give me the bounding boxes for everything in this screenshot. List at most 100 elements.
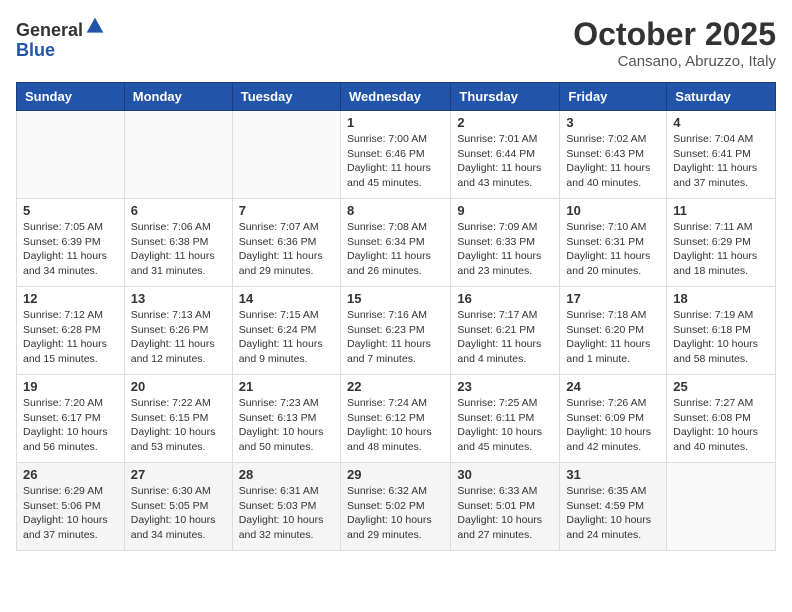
day-cell: 13 Sunrise: 7:13 AM Sunset: 6:26 PM Dayli… xyxy=(124,287,232,375)
day-info: Sunrise: 7:20 AM Sunset: 6:17 PM Dayligh… xyxy=(23,396,118,455)
day-cell: 3 Sunrise: 7:02 AM Sunset: 6:43 PM Daylig… xyxy=(560,111,667,199)
logo-general: General xyxy=(16,20,83,40)
day-cell: 16Sunrise: 7:17 AM Sunset: 6:21 PM Dayli… xyxy=(451,287,560,375)
day-cell: 29 Sunrise: 6:32 AM Sunset: 5:02 PM Dayli… xyxy=(340,463,450,551)
day-header-thursday: Thursday xyxy=(451,83,560,111)
day-cell: 26 Sunrise: 6:29 AM Sunset: 5:06 PM Dayli… xyxy=(17,463,125,551)
day-header-monday: Monday xyxy=(124,83,232,111)
day-cell: 31 Sunrise: 6:35 AM Sunset: 4:59 PM Dayli… xyxy=(560,463,667,551)
day-cell: 15 Sunrise: 7:16 AM Sunset: 6:23 PM Dayli… xyxy=(340,287,450,375)
day-cell: 21 Sunrise: 7:23 AM Sunset: 6:13 PM Dayli… xyxy=(232,375,340,463)
day-number: 25 xyxy=(673,379,769,394)
week-row-3: 12Sunrise: 7:12 AM Sunset: 6:28 PM Dayli… xyxy=(17,287,776,375)
day-cell: 8Sunrise: 7:08 AM Sunset: 6:34 PM Daylig… xyxy=(340,199,450,287)
day-cell: 24 Sunrise: 7:26 AM Sunset: 6:09 PM Dayli… xyxy=(560,375,667,463)
day-number: 9 xyxy=(457,203,553,218)
week-row-2: 5Sunrise: 7:05 AM Sunset: 6:39 PM Daylig… xyxy=(17,199,776,287)
day-cell: 14 Sunrise: 7:15 AM Sunset: 6:24 PM Dayli… xyxy=(232,287,340,375)
day-info: Sunrise: 7:06 AM Sunset: 6:38 PM Dayligh… xyxy=(131,220,226,279)
day-info: Sunrise: 6:29 AM Sunset: 5:06 PM Dayligh… xyxy=(23,484,118,543)
day-number: 20 xyxy=(131,379,226,394)
day-cell: 17 Sunrise: 7:18 AM Sunset: 6:20 PM Dayli… xyxy=(560,287,667,375)
day-number: 7 xyxy=(239,203,334,218)
day-info: Sunrise: 7:00 AM Sunset: 6:46 PM Dayligh… xyxy=(347,132,444,191)
day-header-sunday: Sunday xyxy=(17,83,125,111)
day-info: Sunrise: 6:31 AM Sunset: 5:03 PM Dayligh… xyxy=(239,484,334,543)
day-info: Sunrise: 7:13 AM Sunset: 6:26 PM Dayligh… xyxy=(131,308,226,367)
day-number: 26 xyxy=(23,467,118,482)
page-header: General Blue October 2025 Cansano, Abruz… xyxy=(16,16,776,70)
logo-icon xyxy=(85,16,105,36)
day-number: 16 xyxy=(457,291,553,306)
day-cell: 23Sunrise: 7:25 AM Sunset: 6:11 PM Dayli… xyxy=(451,375,560,463)
day-cell: 4 Sunrise: 7:04 AM Sunset: 6:41 PM Daylig… xyxy=(667,111,776,199)
day-cell: 7 Sunrise: 7:07 AM Sunset: 6:36 PM Daylig… xyxy=(232,199,340,287)
day-info: Sunrise: 7:27 AM Sunset: 6:08 PM Dayligh… xyxy=(673,396,769,455)
day-cell: 11Sunrise: 7:11 AM Sunset: 6:29 PM Dayli… xyxy=(667,199,776,287)
day-number: 17 xyxy=(566,291,660,306)
day-number: 27 xyxy=(131,467,226,482)
logo: General Blue xyxy=(16,16,105,61)
day-info: Sunrise: 7:23 AM Sunset: 6:13 PM Dayligh… xyxy=(239,396,334,455)
day-header-friday: Friday xyxy=(560,83,667,111)
day-cell: 22Sunrise: 7:24 AM Sunset: 6:12 PM Dayli… xyxy=(340,375,450,463)
day-info: Sunrise: 7:07 AM Sunset: 6:36 PM Dayligh… xyxy=(239,220,334,279)
day-number: 15 xyxy=(347,291,444,306)
day-info: Sunrise: 6:35 AM Sunset: 4:59 PM Dayligh… xyxy=(566,484,660,543)
day-info: Sunrise: 7:19 AM Sunset: 6:18 PM Dayligh… xyxy=(673,308,769,367)
day-number: 6 xyxy=(131,203,226,218)
day-info: Sunrise: 6:32 AM Sunset: 5:02 PM Dayligh… xyxy=(347,484,444,543)
title-block: October 2025 Cansano, Abruzzo, Italy xyxy=(573,16,776,70)
day-info: Sunrise: 7:16 AM Sunset: 6:23 PM Dayligh… xyxy=(347,308,444,367)
day-number: 31 xyxy=(566,467,660,482)
day-info: Sunrise: 7:26 AM Sunset: 6:09 PM Dayligh… xyxy=(566,396,660,455)
day-number: 14 xyxy=(239,291,334,306)
day-number: 4 xyxy=(673,115,769,130)
day-info: Sunrise: 7:25 AM Sunset: 6:11 PM Dayligh… xyxy=(457,396,553,455)
day-info: Sunrise: 7:10 AM Sunset: 6:31 PM Dayligh… xyxy=(566,220,660,279)
day-cell: 12Sunrise: 7:12 AM Sunset: 6:28 PM Dayli… xyxy=(17,287,125,375)
day-cell: 20Sunrise: 7:22 AM Sunset: 6:15 PM Dayli… xyxy=(124,375,232,463)
day-header-wednesday: Wednesday xyxy=(340,83,450,111)
location: Cansano, Abruzzo, Italy xyxy=(573,53,776,70)
day-info: Sunrise: 7:24 AM Sunset: 6:12 PM Dayligh… xyxy=(347,396,444,455)
day-cell: 18 Sunrise: 7:19 AM Sunset: 6:18 PM Dayli… xyxy=(667,287,776,375)
day-number: 3 xyxy=(566,115,660,130)
day-number: 19 xyxy=(23,379,118,394)
day-number: 8 xyxy=(347,203,444,218)
day-info: Sunrise: 7:05 AM Sunset: 6:39 PM Dayligh… xyxy=(23,220,118,279)
day-cell xyxy=(17,111,125,199)
day-cell: 19 Sunrise: 7:20 AM Sunset: 6:17 PM Dayli… xyxy=(17,375,125,463)
day-info: Sunrise: 7:01 AM Sunset: 6:44 PM Dayligh… xyxy=(457,132,553,191)
day-cell: 28 Sunrise: 6:31 AM Sunset: 5:03 PM Dayli… xyxy=(232,463,340,551)
day-cell: 2Sunrise: 7:01 AM Sunset: 6:44 PM Daylig… xyxy=(451,111,560,199)
day-number: 11 xyxy=(673,203,769,218)
day-number: 29 xyxy=(347,467,444,482)
day-cell: 1 Sunrise: 7:00 AM Sunset: 6:46 PM Daylig… xyxy=(340,111,450,199)
day-number: 28 xyxy=(239,467,334,482)
day-number: 10 xyxy=(566,203,660,218)
day-cell: 9 Sunrise: 7:09 AM Sunset: 6:33 PM Daylig… xyxy=(451,199,560,287)
day-number: 21 xyxy=(239,379,334,394)
logo-blue: Blue xyxy=(16,40,55,60)
day-cell: 27 Sunrise: 6:30 AM Sunset: 5:05 PM Dayli… xyxy=(124,463,232,551)
day-number: 13 xyxy=(131,291,226,306)
day-number: 30 xyxy=(457,467,553,482)
day-number: 18 xyxy=(673,291,769,306)
day-header-saturday: Saturday xyxy=(667,83,776,111)
day-cell: 30Sunrise: 6:33 AM Sunset: 5:01 PM Dayli… xyxy=(451,463,560,551)
day-info: Sunrise: 7:09 AM Sunset: 6:33 PM Dayligh… xyxy=(457,220,553,279)
day-cell: 25 Sunrise: 7:27 AM Sunset: 6:08 PM Dayli… xyxy=(667,375,776,463)
day-number: 24 xyxy=(566,379,660,394)
calendar-header-row: SundayMondayTuesdayWednesdayThursdayFrid… xyxy=(17,83,776,111)
day-cell xyxy=(232,111,340,199)
week-row-4: 19 Sunrise: 7:20 AM Sunset: 6:17 PM Dayli… xyxy=(17,375,776,463)
day-info: Sunrise: 7:12 AM Sunset: 6:28 PM Dayligh… xyxy=(23,308,118,367)
day-info: Sunrise: 7:04 AM Sunset: 6:41 PM Dayligh… xyxy=(673,132,769,191)
day-info: Sunrise: 7:18 AM Sunset: 6:20 PM Dayligh… xyxy=(566,308,660,367)
day-info: Sunrise: 6:30 AM Sunset: 5:05 PM Dayligh… xyxy=(131,484,226,543)
day-info: Sunrise: 7:15 AM Sunset: 6:24 PM Dayligh… xyxy=(239,308,334,367)
day-info: Sunrise: 7:02 AM Sunset: 6:43 PM Dayligh… xyxy=(566,132,660,191)
day-cell xyxy=(667,463,776,551)
day-number: 1 xyxy=(347,115,444,130)
